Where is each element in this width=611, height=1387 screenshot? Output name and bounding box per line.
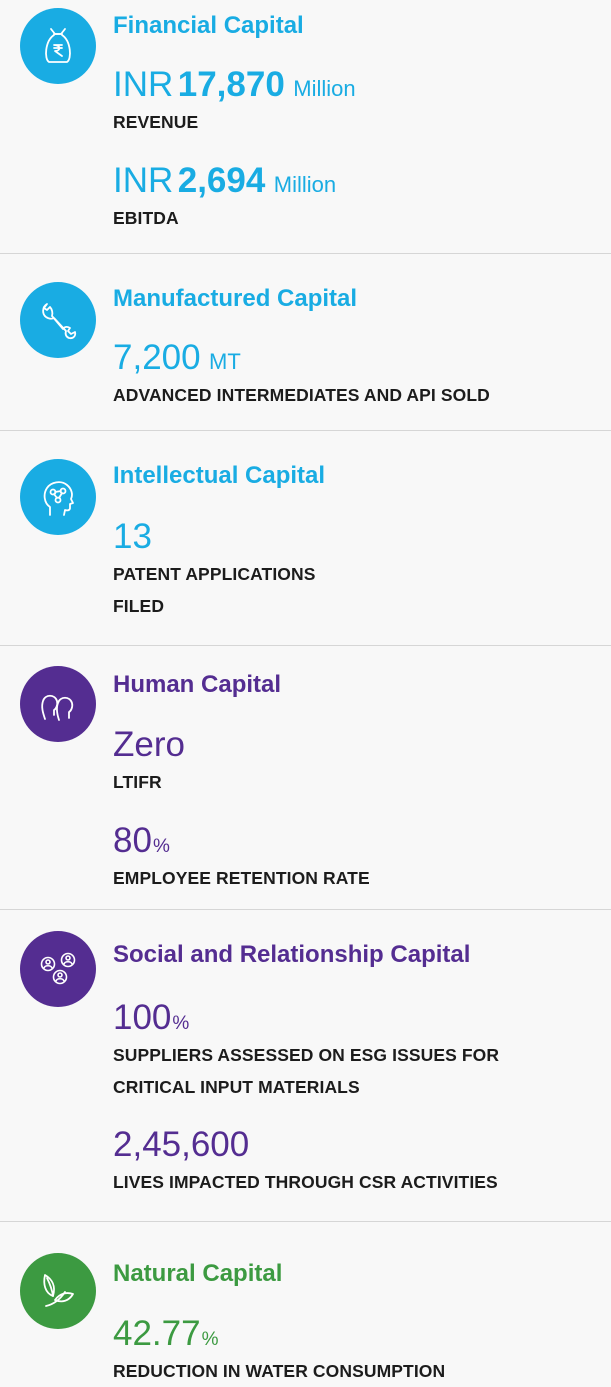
metric-value: 2,45,600 — [113, 1125, 250, 1164]
metric-api-sold: 7,200 MT ADVANCED INTERMEDIATES AND API … — [113, 340, 490, 411]
metric-label: EBITDA — [113, 208, 179, 228]
metric-label-line1: PATENT APPLICATIONS — [113, 564, 316, 584]
metric-value: 2,694 — [177, 161, 266, 200]
section-title: Human Capital — [113, 671, 282, 698]
metric-label-line2: CRITICAL INPUT MATERIALS — [113, 1077, 360, 1097]
metric-label: ADVANCED INTERMEDIATES AND API SOLD — [113, 385, 490, 405]
leaf-icon — [20, 1253, 96, 1329]
metric-unit: % — [172, 1013, 190, 1034]
metric-ebitda: INR 2,694 Million EBITDA — [113, 163, 336, 234]
metric-suppliers-assessed: 100% SUPPLIERS ASSESSED ON ESG ISSUES FO… — [113, 1000, 499, 1103]
metric-value: 42.77 — [113, 1314, 201, 1353]
metric-water-reduction: 42.77% REDUCTION IN WATER CONSUMPTION — [113, 1316, 445, 1387]
metric-label: EMPLOYEE RETENTION RATE — [113, 868, 370, 888]
metric-value: 80 — [113, 821, 152, 860]
financial-capital-section: Financial Capital INR 17,870 Million REV… — [0, 0, 611, 254]
social-relationship-capital-section: Social and Relationship Capital 100% SUP… — [0, 910, 611, 1222]
human-capital-section: Human Capital Zero LTIFR 80% EMPLOYEE RE… — [0, 646, 611, 910]
metric-value: 17,870 — [177, 65, 285, 104]
people-heads-icon — [20, 666, 96, 742]
metric-label: LTIFR — [113, 772, 162, 792]
metric-lives-impacted: 2,45,600 LIVES IMPACTED THROUGH CSR ACTI… — [113, 1127, 498, 1198]
section-title: Natural Capital — [113, 1260, 283, 1287]
section-title: Financial Capital — [113, 12, 304, 39]
metric-label-line1: SUPPLIERS ASSESSED ON ESG ISSUES FOR — [113, 1045, 500, 1065]
section-title: Manufactured Capital — [113, 285, 358, 312]
metric-value: Zero — [113, 725, 185, 764]
metric-unit: Million — [293, 76, 356, 101]
section-title: Social and Relationship Capital — [113, 941, 471, 968]
metric-ltifr: Zero LTIFR — [113, 727, 185, 798]
metric-label: REVENUE — [113, 112, 199, 132]
metric-unit: % — [152, 836, 170, 857]
metric-patents: 13 PATENT APPLICATIONS FILED — [113, 519, 316, 622]
metric-revenue: INR 17,870 Million REVENUE — [113, 67, 356, 138]
metric-label: LIVES IMPACTED THROUGH CSR ACTIVITIES — [113, 1172, 498, 1192]
metric-value: 100 — [113, 998, 172, 1037]
wrench-icon — [20, 282, 96, 358]
metric-prefix: INR — [113, 65, 174, 104]
metric-retention: 80% EMPLOYEE RETENTION RATE — [113, 823, 370, 894]
metric-value: 7,200 — [113, 338, 201, 377]
metric-unit: % — [201, 1329, 219, 1350]
intellectual-capital-section: Intellectual Capital 13 PATENT APPLICATI… — [0, 431, 611, 646]
natural-capital-section: Natural Capital 42.77% REDUCTION IN WATE… — [0, 1222, 611, 1385]
section-title: Intellectual Capital — [113, 462, 326, 489]
metric-prefix: INR — [113, 161, 174, 200]
metric-unit: MT — [209, 349, 241, 374]
metric-label: REDUCTION IN WATER CONSUMPTION — [113, 1361, 446, 1381]
money-bag-rupee-icon — [20, 8, 96, 84]
head-network-icon — [20, 459, 96, 535]
metric-value: 13 — [113, 517, 152, 556]
metric-unit: Million — [273, 172, 337, 197]
metric-label-line2: FILED — [113, 596, 165, 616]
manufactured-capital-section: Manufactured Capital 7,200 MT ADVANCED I… — [0, 254, 611, 431]
community-people-icon — [20, 931, 96, 1007]
